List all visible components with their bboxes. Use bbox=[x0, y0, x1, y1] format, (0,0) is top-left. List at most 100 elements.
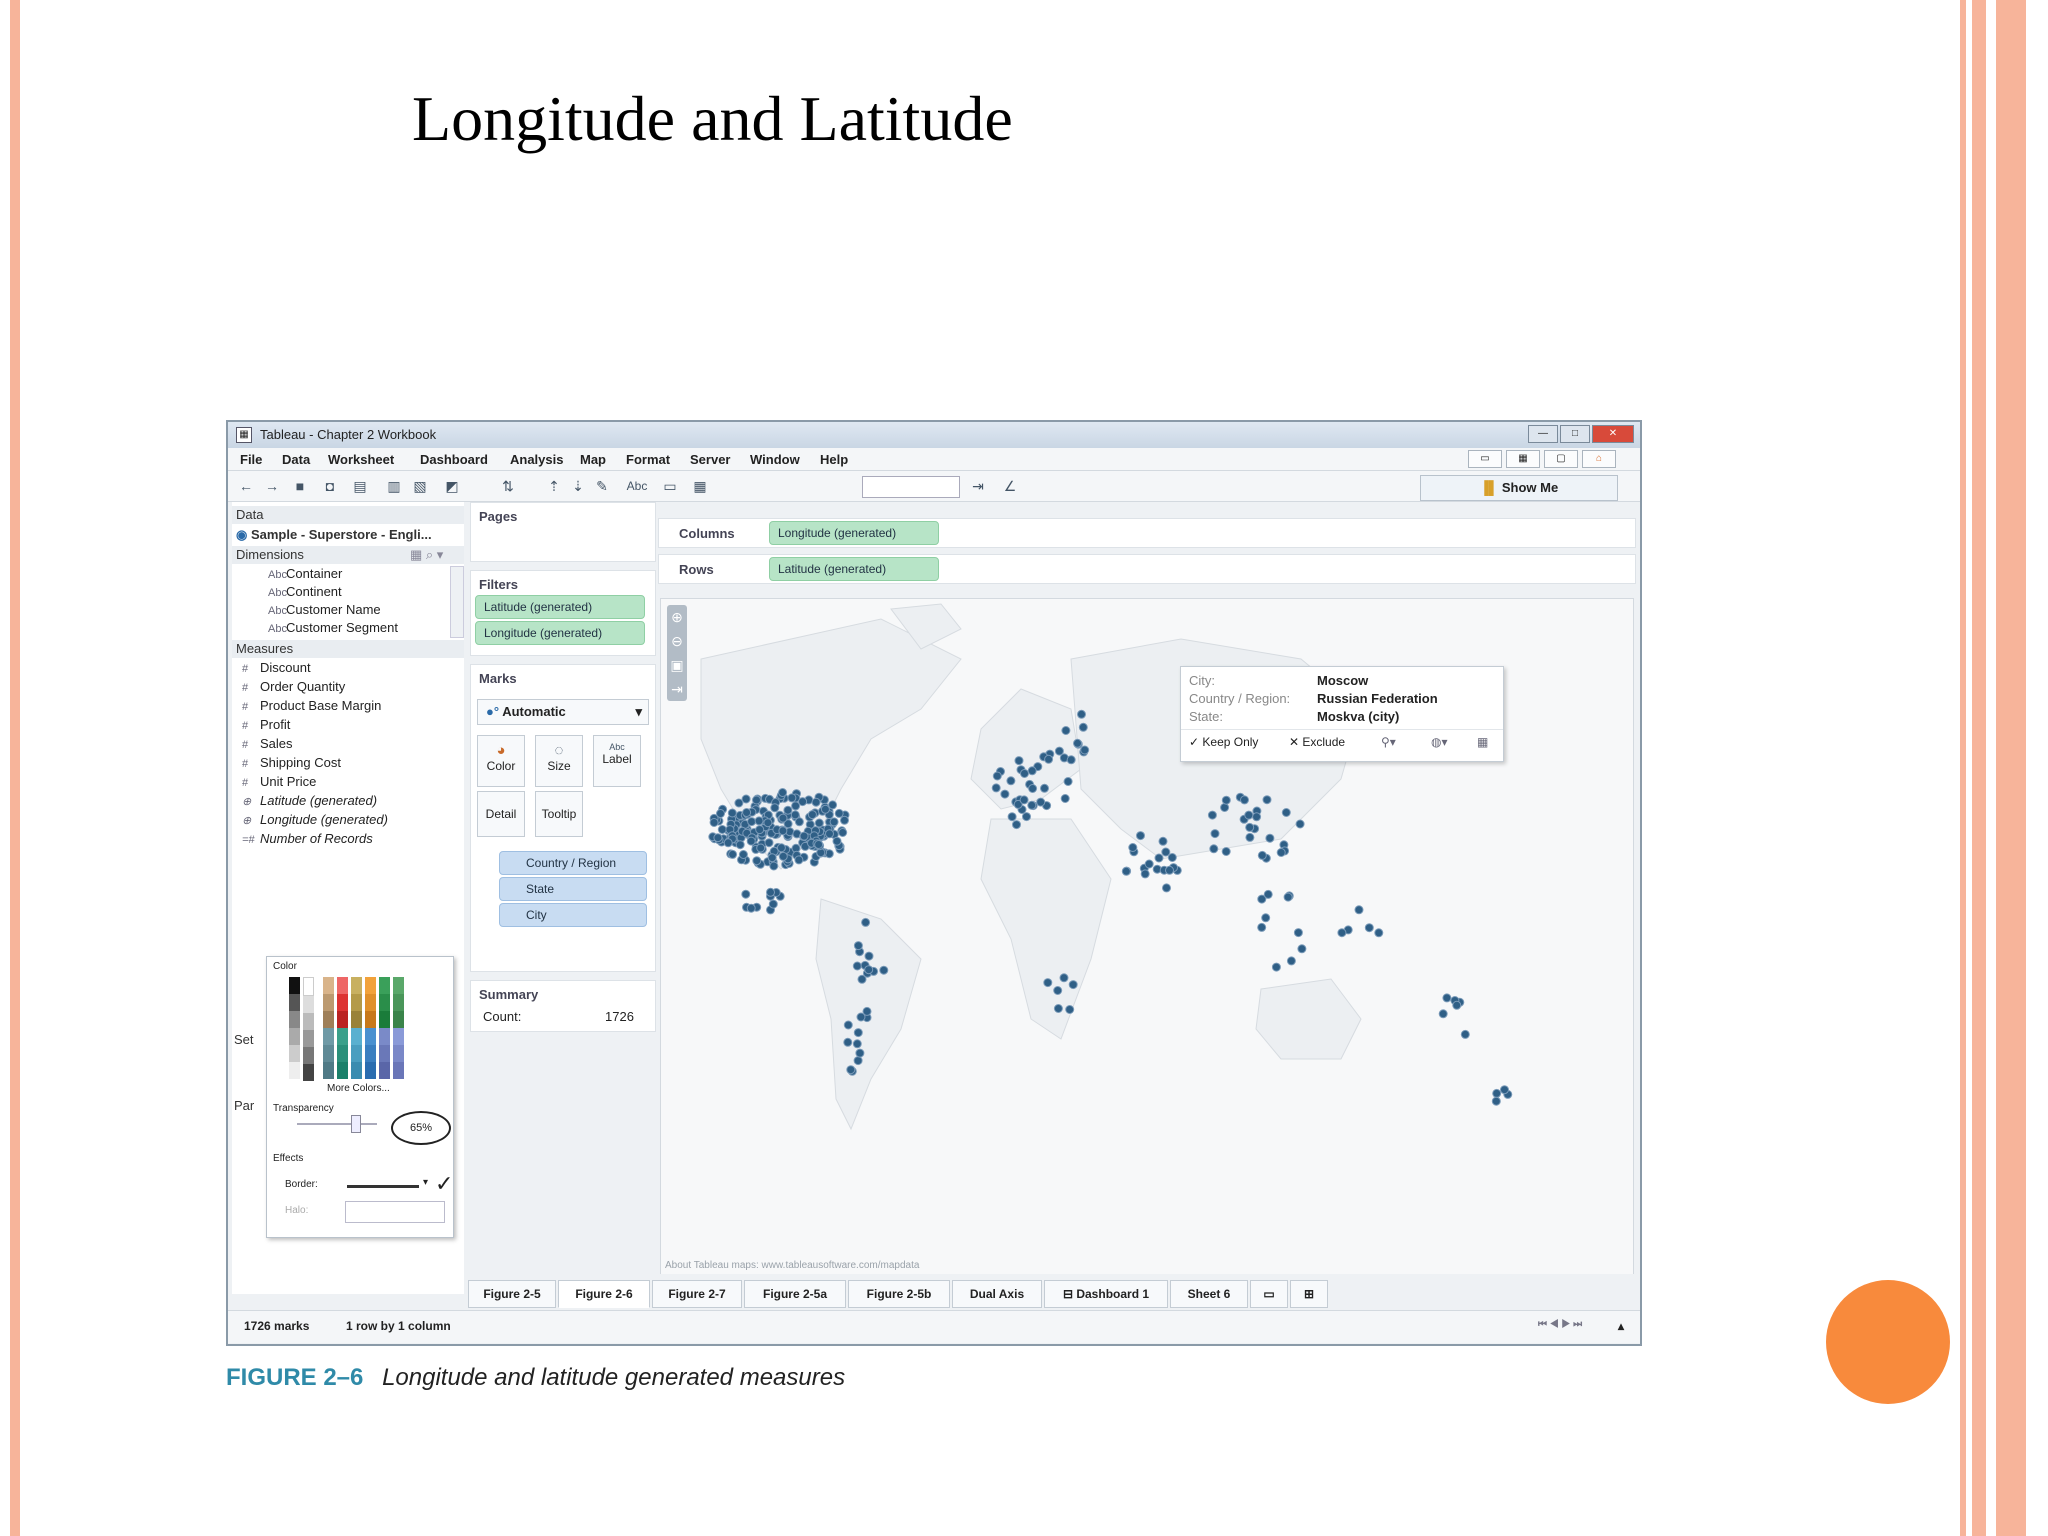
map-mark[interactable] bbox=[723, 838, 733, 848]
field-profit[interactable]: # Profit bbox=[242, 717, 290, 732]
map-mark[interactable] bbox=[1337, 928, 1347, 938]
map-mark[interactable] bbox=[1140, 869, 1150, 879]
map-mark[interactable] bbox=[1245, 832, 1255, 842]
set-icon[interactable]: ◍▾ bbox=[1431, 735, 1448, 749]
map-mark[interactable] bbox=[1261, 913, 1271, 923]
tab-figure-2-6[interactable]: Figure 2-6 bbox=[558, 1280, 650, 1308]
map-mark[interactable] bbox=[1167, 853, 1177, 862]
map-mark[interactable] bbox=[778, 813, 788, 823]
menu-file[interactable]: File bbox=[240, 452, 262, 467]
map-mark[interactable] bbox=[1221, 847, 1231, 856]
field-sales[interactable]: # Sales bbox=[242, 736, 293, 751]
map-mark[interactable] bbox=[1043, 978, 1053, 988]
map-mark[interactable] bbox=[991, 783, 1001, 793]
detail-pill-state[interactable]: State bbox=[499, 877, 647, 901]
map-mark[interactable] bbox=[1014, 756, 1024, 766]
field-customer-segment[interactable]: AbcCustomer Segment bbox=[268, 620, 398, 635]
rows-pill-latitude[interactable]: Latitude (generated) bbox=[769, 557, 939, 581]
map-mark[interactable] bbox=[852, 1039, 862, 1049]
map-mark[interactable] bbox=[763, 818, 773, 828]
tab-figure-2-5b[interactable]: Figure 2-5b bbox=[848, 1280, 950, 1308]
map-mark[interactable] bbox=[1073, 738, 1082, 748]
transparency-slider[interactable] bbox=[297, 1123, 377, 1125]
maximize-icon[interactable]: □ bbox=[1560, 425, 1590, 443]
map-mark[interactable] bbox=[1059, 973, 1069, 983]
map-mark[interactable] bbox=[1281, 808, 1291, 817]
field-latitude-generated[interactable]: ⊕ Latitude (generated) bbox=[242, 793, 377, 808]
menu-window[interactable]: Window bbox=[750, 452, 800, 467]
color-button[interactable]: ◕ Color bbox=[477, 735, 525, 787]
menu-data[interactable]: Data bbox=[282, 452, 310, 467]
border-dropdown-icon[interactable]: ▾ bbox=[423, 1177, 428, 1188]
map-attribution[interactable]: About Tableau maps: www.tableausoftware.… bbox=[665, 1260, 919, 1271]
map-mark[interactable] bbox=[734, 798, 744, 808]
map-mark[interactable] bbox=[769, 861, 779, 871]
zoom-area-icon[interactable]: ▣ bbox=[667, 653, 687, 677]
map-mark[interactable] bbox=[766, 887, 775, 897]
label-button[interactable]: Abc Label bbox=[593, 735, 641, 787]
map-mark[interactable] bbox=[778, 851, 788, 861]
map-mark[interactable] bbox=[1080, 745, 1090, 755]
back-arrow-icon[interactable]: ← bbox=[236, 477, 256, 495]
map-mark[interactable] bbox=[1022, 812, 1031, 822]
grid-view-icon[interactable]: ▦ bbox=[1506, 450, 1540, 468]
columns-shelf[interactable]: Columns Longitude (generated) bbox=[658, 518, 1636, 548]
field-discount[interactable]: # Discount bbox=[242, 660, 311, 675]
new-dashboard-tab-icon[interactable]: ⊞ bbox=[1290, 1280, 1328, 1308]
map-mark[interactable] bbox=[1374, 928, 1384, 938]
map-mark[interactable] bbox=[1354, 905, 1364, 915]
tab-dashboard-1[interactable]: ⊟ Dashboard 1 bbox=[1044, 1280, 1168, 1308]
map-mark[interactable] bbox=[1500, 1085, 1509, 1095]
new-worksheet-tab-icon[interactable]: ▭ bbox=[1250, 1280, 1288, 1308]
map-mark[interactable] bbox=[1295, 819, 1305, 829]
map-mark[interactable] bbox=[1007, 812, 1017, 822]
map-mark[interactable] bbox=[1027, 800, 1037, 810]
map-mark[interactable] bbox=[853, 941, 863, 951]
map-mark[interactable] bbox=[741, 794, 751, 804]
map-mark[interactable] bbox=[1297, 944, 1307, 954]
field-continent[interactable]: AbcContinent bbox=[268, 584, 342, 599]
transparency-value[interactable]: 65% bbox=[391, 1111, 451, 1145]
map-mark[interactable] bbox=[1276, 848, 1286, 857]
map-mark[interactable] bbox=[1442, 993, 1452, 1003]
map-mark[interactable] bbox=[746, 903, 756, 913]
detail-button[interactable]: Detail bbox=[477, 791, 525, 837]
status-menu-icon[interactable]: ▴ bbox=[1618, 1319, 1624, 1333]
map-mark[interactable] bbox=[1019, 795, 1029, 805]
map-mark[interactable] bbox=[747, 817, 757, 827]
map-mark[interactable] bbox=[1040, 783, 1049, 793]
map-mark[interactable] bbox=[1221, 795, 1231, 805]
map-mark[interactable] bbox=[992, 771, 1002, 781]
filter-pill-latitude[interactable]: Latitude (generated) bbox=[475, 595, 645, 619]
map-mark[interactable] bbox=[709, 818, 719, 827]
map-mark[interactable] bbox=[752, 795, 761, 805]
fit-icon[interactable]: ▦ bbox=[690, 477, 710, 495]
map-mark[interactable] bbox=[820, 804, 830, 814]
map-mark[interactable] bbox=[1244, 810, 1254, 820]
map-mark[interactable] bbox=[794, 817, 804, 827]
map-mark[interactable] bbox=[846, 1065, 856, 1075]
menu-map[interactable]: Map bbox=[580, 452, 606, 467]
tooltip-icon[interactable]: ▭ bbox=[660, 477, 680, 495]
tab-figure-2-5a[interactable]: Figure 2-5a bbox=[744, 1280, 846, 1308]
map-mark[interactable] bbox=[1162, 883, 1171, 893]
detail-pill-country-region[interactable]: Country / Region bbox=[499, 851, 647, 875]
map-mark[interactable] bbox=[1065, 1005, 1075, 1014]
map-mark[interactable] bbox=[746, 836, 756, 846]
more-colors-link[interactable]: More Colors... bbox=[327, 1083, 390, 1094]
map-mark[interactable] bbox=[864, 951, 874, 961]
detail-pill-city[interactable]: City bbox=[499, 903, 647, 927]
map-mark[interactable] bbox=[1245, 822, 1255, 832]
mark-type-dropdown[interactable]: ●° Automatic ▾ bbox=[477, 699, 649, 725]
map-mark[interactable] bbox=[807, 810, 817, 820]
dimensions-tools-icon[interactable]: ▦ ⌕ ▾ bbox=[410, 547, 443, 563]
map-mark[interactable] bbox=[811, 797, 821, 807]
group-members-icon[interactable]: ⚲▾ bbox=[1381, 735, 1396, 749]
map-mark[interactable] bbox=[1006, 776, 1016, 786]
exclude-button[interactable]: ✕ Exclude bbox=[1289, 735, 1345, 749]
map-mark[interactable] bbox=[756, 843, 766, 853]
map-mark[interactable] bbox=[828, 800, 838, 810]
map-mark[interactable] bbox=[1161, 847, 1171, 857]
map-mark[interactable] bbox=[1210, 829, 1220, 839]
map-mark[interactable] bbox=[717, 825, 727, 834]
